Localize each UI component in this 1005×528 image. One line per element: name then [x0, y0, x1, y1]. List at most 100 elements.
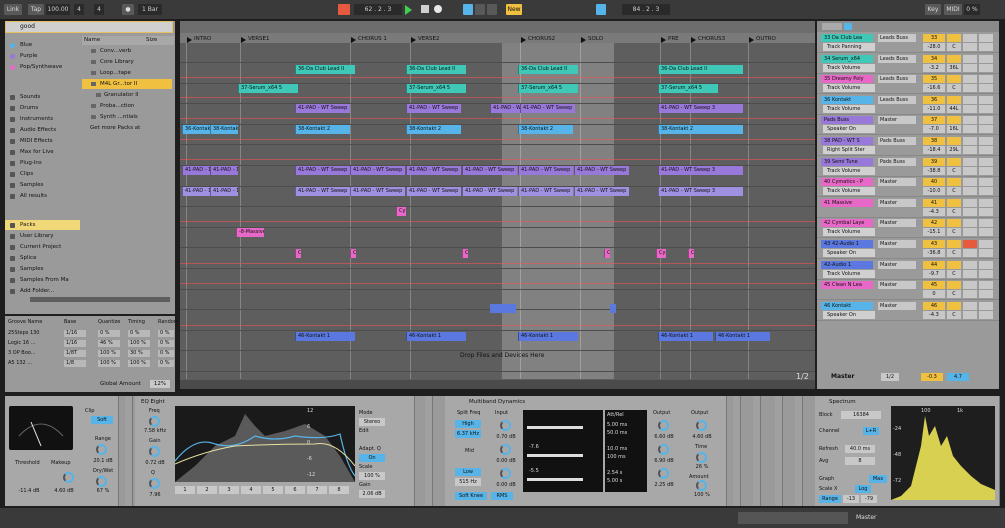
freq-knob[interactable]: [149, 416, 160, 427]
monitor-button[interactable]: [979, 116, 993, 125]
browser-file-item[interactable]: Granulator II: [82, 90, 172, 100]
metronome-icon[interactable]: ●: [122, 4, 134, 15]
track-name[interactable]: 39 Semi Tune: [821, 157, 873, 166]
track-volume[interactable]: 0: [923, 290, 945, 299]
output-routing[interactable]: Master: [878, 198, 916, 207]
low-freq[interactable]: 515 Hz: [455, 478, 481, 486]
track-number[interactable]: 39: [923, 157, 945, 166]
q-value[interactable]: 7.96: [141, 492, 169, 499]
monitor-button[interactable]: [979, 260, 993, 269]
track-volume[interactable]: -11.0: [923, 104, 945, 113]
track-name[interactable]: 41 Massive: [821, 198, 873, 207]
groove-cell[interactable]: 0 %: [128, 330, 150, 337]
groove-cell[interactable]: 1/8: [64, 360, 86, 367]
browser-file-item[interactable]: Get more Packs at: [82, 123, 172, 133]
groove-sidebar[interactable]: [775, 396, 783, 506]
automation-chooser[interactable]: Track Volume: [823, 63, 875, 72]
send-b[interactable]: [979, 146, 993, 154]
automation-chooser[interactable]: Speaker On: [823, 125, 875, 134]
browser-place[interactable]: User Library: [5, 231, 80, 241]
mixer-track-row[interactable]: 36 Kontakt Track Volume Leads Buss 36 -11.0 4…: [817, 94, 999, 115]
arrangement-clip[interactable]: 38-Kontakt 2: [658, 125, 743, 134]
arrangement-clip[interactable]: 36-Kontakt: [182, 125, 210, 134]
master-page[interactable]: 1/2: [881, 373, 899, 381]
solo-button[interactable]: [947, 95, 961, 104]
solo-button[interactable]: [947, 137, 961, 145]
tap-button[interactable]: Tap: [28, 4, 44, 15]
output-routing[interactable]: Master: [878, 240, 916, 248]
browser-file-item[interactable]: Conv...verb: [82, 46, 172, 56]
arrangement-track[interactable]: [180, 270, 815, 290]
low-input-knob[interactable]: [500, 468, 511, 479]
arrangement-clip[interactable]: 41-PAD - WT Sweep 3: [658, 166, 743, 175]
arrangement-clip[interactable]: 41-PAD - WT Sweep: [406, 187, 461, 196]
metro-quantize[interactable]: 1 Bar: [138, 4, 162, 15]
arrangement-clip[interactable]: 41-PAD - WT Sweep 3: [658, 187, 743, 196]
track-volume[interactable]: -28.0: [923, 43, 945, 51]
eq-band-toggle[interactable]: 4: [241, 486, 261, 494]
arrangement-clip[interactable]: 41-PAD - WT Sweep: [574, 166, 629, 175]
track-number[interactable]: 43: [923, 240, 945, 248]
track-name[interactable]: 36 Kontakt: [821, 95, 873, 104]
send-a[interactable]: [963, 249, 977, 257]
arrangement-clip[interactable]: 41-PAD - 1: [210, 166, 238, 175]
channel-select[interactable]: L+R: [863, 427, 879, 435]
send-b[interactable]: [979, 43, 993, 51]
arrangement-track[interactable]: [180, 311, 815, 331]
automation-chooser[interactable]: Track Volume: [823, 228, 875, 237]
track-number[interactable]: 42: [923, 219, 945, 228]
track-number[interactable]: 35: [923, 75, 945, 84]
send-b[interactable]: [979, 125, 993, 134]
output-routing[interactable]: Master: [878, 260, 916, 269]
arrangement-clip[interactable]: 41-PAD - WT Sweep: [462, 187, 517, 196]
audio-clip[interactable]: [490, 304, 516, 313]
output-routing[interactable]: Master: [878, 301, 916, 310]
browser-search-input[interactable]: good: [5, 21, 173, 33]
browser-category[interactable]: Instruments: [5, 114, 80, 124]
drywet-value[interactable]: 67 %: [89, 488, 117, 495]
browser-category[interactable]: Audio Effects: [5, 125, 80, 135]
arrangement-clip[interactable]: 41-PAD - WT Sweep: [520, 104, 575, 113]
arrangement-clip[interactable]: 41-PAD - WT Sweep 3: [658, 104, 743, 113]
range-button[interactable]: Range: [819, 495, 841, 503]
track-pan[interactable]: 29L: [947, 146, 961, 154]
low-input[interactable]: 0.00 dB: [491, 482, 521, 489]
browser-color-tag[interactable]: Pop/Synthwave: [5, 62, 80, 72]
send-a[interactable]: [963, 290, 977, 299]
drywet-knob[interactable]: [96, 476, 107, 487]
arm-button[interactable]: [963, 34, 977, 42]
loop-switch-icon[interactable]: [596, 4, 606, 15]
arm-button[interactable]: [963, 240, 977, 248]
range-high[interactable]: -79: [861, 495, 877, 503]
track-volume[interactable]: -16.6: [923, 84, 945, 93]
arm-button[interactable]: [963, 301, 977, 310]
mid-output[interactable]: 6.90 dB: [649, 458, 679, 465]
key-button[interactable]: Key: [925, 4, 941, 15]
monitor-button[interactable]: [979, 219, 993, 228]
track-volume[interactable]: -10.0: [923, 187, 945, 196]
browser-color-tag[interactable]: Purple: [5, 51, 80, 61]
groove-row[interactable]: Logic 16 ... 1/16 46 % 100 % 0 %: [6, 339, 174, 348]
low-band-toggle[interactable]: Low: [455, 468, 481, 476]
compressor-sidebar[interactable]: [125, 396, 133, 506]
send-b[interactable]: [979, 310, 993, 319]
eq-band-toggle[interactable]: 6: [285, 486, 305, 494]
arrangement-clip[interactable]: 36-Da Club Lead II: [406, 65, 466, 74]
track-volume[interactable]: -36.8: [923, 249, 945, 257]
time-value[interactable]: 26 %: [687, 464, 717, 471]
amount-knob[interactable]: [696, 480, 707, 491]
output-routing[interactable]: Master: [878, 281, 916, 290]
high-band-toggle[interactable]: High: [455, 420, 481, 428]
track-volume[interactable]: -15.1: [923, 228, 945, 237]
arm-button[interactable]: [963, 157, 977, 166]
overdub-icon[interactable]: [475, 4, 485, 15]
browser-category[interactable]: Sounds: [5, 92, 80, 102]
arrangement-clip[interactable]: 41-PAD - WT Sweep: [406, 166, 461, 175]
makeup-knob[interactable]: [63, 472, 74, 483]
groove-cell[interactable]: 100 %: [128, 360, 150, 367]
output2-knob[interactable]: [696, 420, 707, 431]
timeline-ruler[interactable]: [180, 21, 815, 33]
range-knob[interactable]: [96, 444, 107, 455]
automation-line[interactable]: [180, 283, 815, 284]
arrangement-clip[interactable]: Cym: [295, 249, 301, 258]
